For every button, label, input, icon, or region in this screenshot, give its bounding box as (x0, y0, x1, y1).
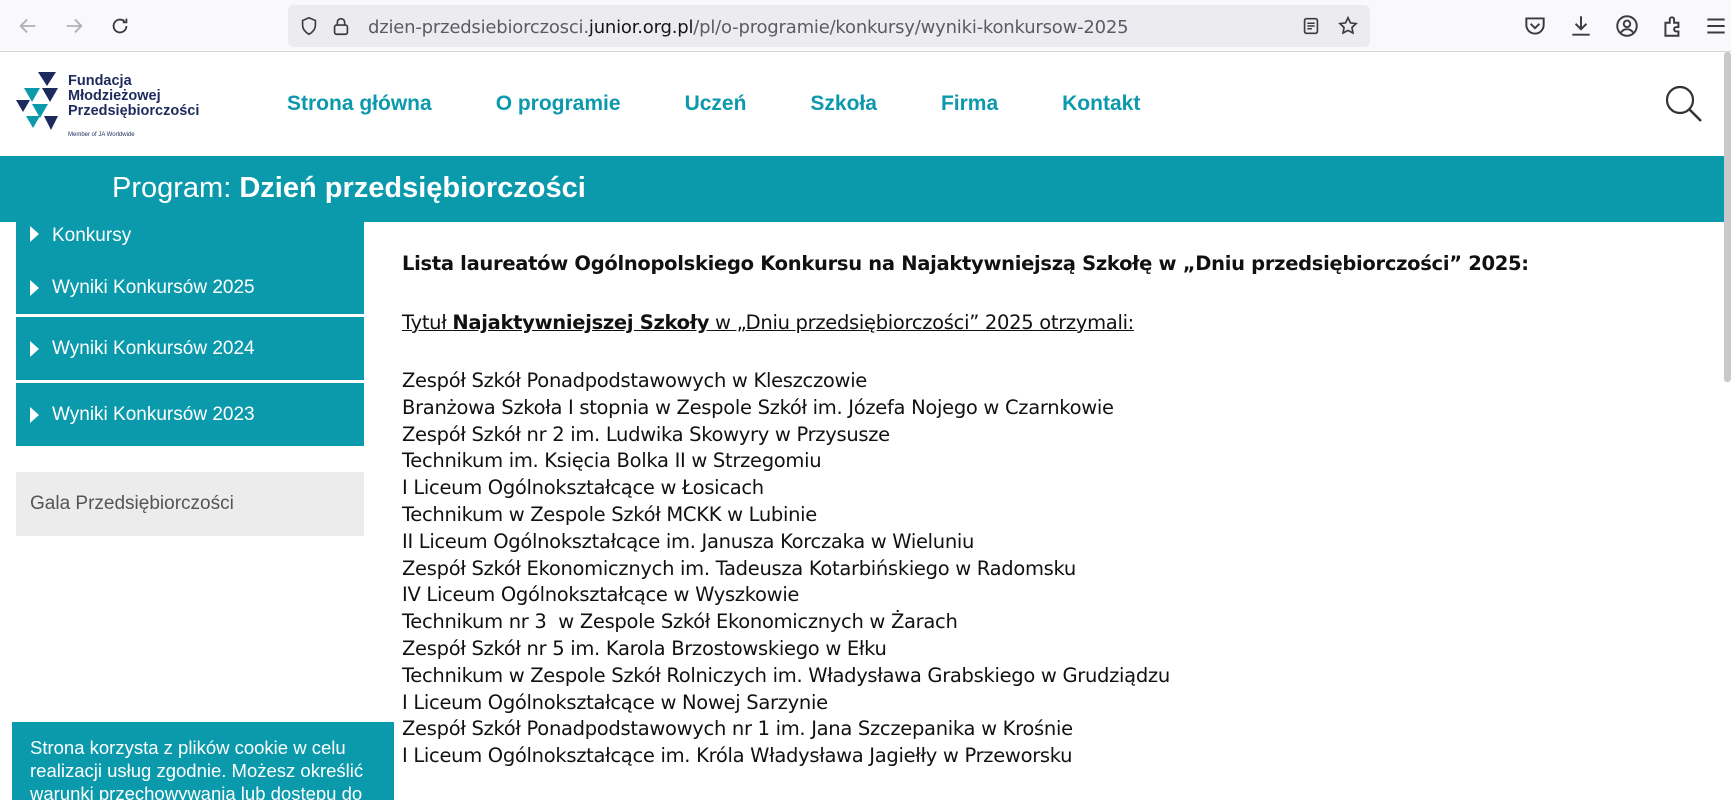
reader-view-icon[interactable] (1300, 15, 1322, 37)
list-item: Technikum w Zespole Szkół MCKK w Lubinie (402, 502, 817, 526)
cookie-banner[interactable]: Strona korzysta z plików cookie w celu r… (12, 722, 394, 800)
sidebar-item-konkursy[interactable]: Konkursy (16, 222, 364, 252)
page-scrollbar[interactable] (1724, 52, 1731, 382)
main-navigation: Strona główna O programie Uczeń Szkoła F… (287, 92, 1204, 116)
main-content: Lista laureatów Ogólnopolskiego Konkursu… (402, 252, 1702, 770)
list-item: Technikum im. Księcia Bolka II w Strzego… (402, 449, 822, 473)
bookmark-star-icon[interactable] (1337, 15, 1359, 37)
list-item: I Liceum Ogólnokształcące w Nowej Sarzyn… (402, 690, 828, 714)
url-path: /pl/o-programie/konkursy/wyniki-konkurso… (693, 17, 1129, 38)
subtitle-bold: Najaktywniejszej Szkoły (452, 311, 710, 334)
url-prefix: dzien-przedsiebiorczosci. (368, 17, 589, 38)
nav-home[interactable]: Strona główna (287, 92, 432, 116)
download-icon[interactable] (1568, 13, 1594, 39)
logo-tagline: Member of JA Worldwide (68, 132, 135, 138)
page-title: Program: Dzień przedsiębiorczości (112, 172, 586, 205)
sidebar-item-label: Wyniki Konkursów 2025 (52, 277, 255, 298)
list-item: I Liceum Ogólnokształcące im. Króla Wład… (402, 744, 1073, 768)
nav-contact[interactable]: Kontakt (1062, 92, 1140, 116)
url-text[interactable]: dzien-przedsiebiorczosci.junior.org.pl/p… (368, 17, 1129, 38)
list-item: Zespół Szkół Ponadpodstawowych nr 1 im. … (402, 717, 1073, 741)
list-item: Branżowa Szkoła I stopnia w Zespole Szkó… (402, 395, 1114, 419)
nav-about-program[interactable]: O programie (496, 92, 621, 116)
nav-company[interactable]: Firma (941, 92, 998, 116)
school-list: Zespół Szkół Ponadpodstawowych w Kleszcz… (402, 368, 1702, 770)
subtitle-prefix: Tytuł (402, 311, 453, 334)
back-button[interactable] (12, 10, 44, 42)
forward-button[interactable] (58, 10, 90, 42)
menu-icon[interactable] (1703, 13, 1729, 39)
url-domain: junior.org.pl (588, 17, 694, 38)
sidebar-list: Konkursy Wyniki Konkursów 2025 Wyniki Ko… (16, 222, 364, 536)
arrow-right-icon (66, 18, 83, 34)
sidebar-item-label: Konkursy (52, 225, 132, 246)
list-item: Technikum nr 3 w Zespole Szkół Ekonomicz… (402, 610, 958, 634)
banner-prefix: Program: (112, 172, 240, 204)
list-item: Technikum w Zespole Szkół Rolniczych im.… (402, 663, 1170, 687)
lock-icon[interactable] (330, 15, 352, 37)
cookie-text-line-2: realizacji usług zgodnie. Możesz określi… (30, 760, 364, 781)
sidebar-item-label: Wyniki Konkursów 2024 (52, 337, 255, 359)
list-item: I Liceum Ogólnokształcące w Łosicach (402, 476, 764, 500)
logo-line-2: Młodzieżowej (68, 88, 161, 104)
list-item: Zespół Szkół Ponadpodstawowych w Kleszcz… (402, 369, 868, 392)
nav-school[interactable]: Szkoła (810, 92, 877, 116)
sidebar-item-gala[interactable]: Gala Przedsiębiorczości (16, 472, 364, 536)
list-item: Zespół Szkół Ekonomicznych im. Tadeusza … (402, 556, 1076, 580)
logo-line-1: Fundacja (68, 73, 132, 89)
triangle-right-icon (30, 406, 39, 423)
triangle-right-icon (30, 226, 39, 242)
laureates-heading: Lista laureatów Ogólnopolskiego Konkursu… (402, 252, 1529, 275)
arrow-left-icon (19, 18, 36, 34)
cookie-text-line-3: warunki przechowywania lub dostępu do (30, 783, 363, 800)
reload-icon (112, 18, 128, 34)
cookie-text-line-1: Strona korzysta z plików cookie w celu (30, 737, 346, 758)
reload-button[interactable] (104, 10, 136, 42)
triangle-right-icon (30, 280, 39, 296)
browser-toolbar: dzien-przedsiebiorczosci.junior.org.pl/p… (0, 0, 1731, 52)
laureates-subtitle: Tytuł Najaktywniejszej Szkoły w „Dniu pr… (402, 311, 1702, 334)
address-bar[interactable]: dzien-przedsiebiorczosci.junior.org.pl/p… (288, 5, 1370, 47)
nav-student[interactable]: Uczeń (685, 92, 747, 116)
program-banner: Program: Dzień przedsiębiorczości (0, 156, 1731, 222)
sidebar-item-label: Wyniki Konkursów 2023 (52, 403, 255, 425)
list-item: IV Liceum Ogólnokształcące w Wyszkowie (402, 583, 800, 607)
list-item: Zespół Szkół nr 2 im. Ludwika Skowyry w … (402, 422, 890, 446)
pocket-icon[interactable] (1522, 13, 1548, 39)
banner-program-name: Dzień przedsiębiorczości (239, 172, 586, 204)
list-item: II Liceum Ogólnokształcące im. Janusza K… (402, 529, 975, 553)
triangle-right-icon (30, 340, 39, 357)
sidebar-item-wyniki-2023[interactable]: Wyniki Konkursów 2023 (16, 383, 364, 446)
sidebar-item-wyniki-2024[interactable]: Wyniki Konkursów 2024 (16, 317, 364, 380)
shield-icon[interactable] (298, 15, 320, 37)
sidebar-item-label: Gala Przedsiębiorczości (30, 493, 234, 514)
site-header: Fundacja Młodzieżowej Przedsiębiorczości… (0, 52, 1731, 156)
list-item: Zespół Szkół nr 5 im. Karola Brzostowski… (402, 636, 887, 660)
logo-text: Fundacja Młodzieżowej Przedsiębiorczości (68, 74, 199, 119)
logo-line-3: Przedsiębiorczości (68, 103, 200, 119)
account-icon[interactable] (1614, 13, 1640, 39)
site-logo[interactable]: Fundacja Młodzieżowej Przedsiębiorczości… (16, 66, 216, 146)
subtitle-suffix: w „Dniu przedsiębiorczości” 2025 otrzyma… (709, 311, 1134, 334)
sidebar-item-wyniki-2025[interactable]: Wyniki Konkursów 2025 (16, 262, 364, 314)
logo-triangles-icon (16, 72, 58, 130)
search-icon[interactable] (1664, 84, 1704, 124)
extensions-icon[interactable] (1660, 13, 1686, 39)
